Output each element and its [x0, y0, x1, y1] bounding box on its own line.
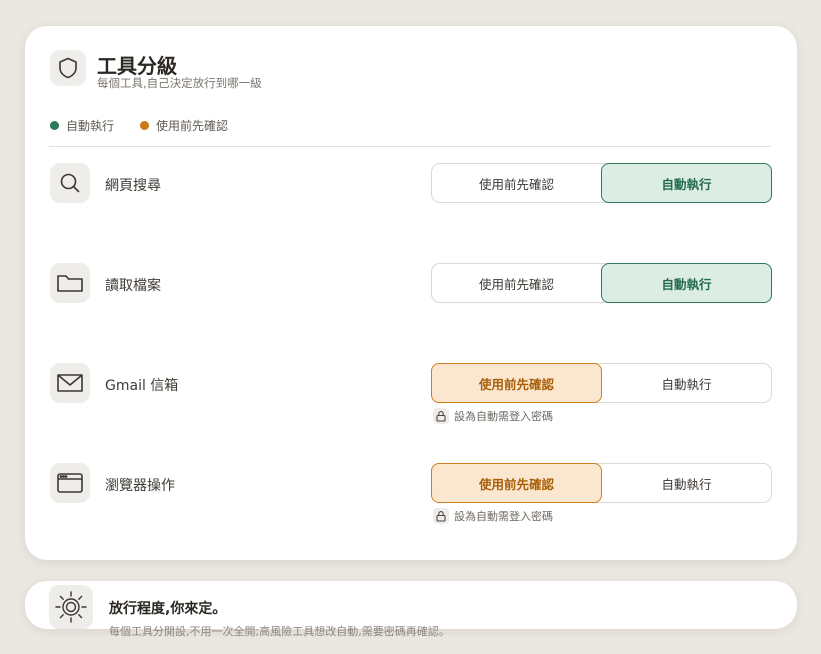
auto-option[interactable]: 自動執行 [601, 163, 772, 203]
confirm-option[interactable]: 使用前先確認 [431, 463, 602, 503]
lock-note: 設為自動需登入密碼 [433, 508, 553, 524]
footer-icon-tile [49, 585, 93, 629]
page-subtitle: 每個工具,自己決定放行到哪一級 [97, 76, 262, 90]
confirm-dot-icon [140, 121, 150, 130]
tool-row-web-search: 網頁搜尋 使用前先確認 自動執行 [25, 163, 797, 223]
auto-dot-icon [50, 121, 59, 130]
tier-toggle: 使用前先確認 自動執行 [431, 263, 772, 303]
tool-icon-tile [50, 363, 90, 403]
legend-label: 使用前先確認 [156, 119, 229, 133]
header-icon-tile [50, 50, 86, 86]
footer-description: 每個工具分開設,不用一次全開;高風險工具想改自動,需要密碼再確認。 [109, 625, 450, 638]
tool-row-gmail: Gmail 信箱 使用前先確認 自動執行 設為自動需登入密碼 [25, 363, 797, 424]
tool-icon-tile [50, 463, 90, 503]
auto-option[interactable]: 自動執行 [602, 464, 771, 502]
divider [49, 146, 771, 147]
legend: 自動執行 使用前先確認 [50, 117, 228, 134]
search-icon [60, 173, 80, 193]
folder-icon [57, 275, 83, 292]
lock-note-text: 設為自動需登入密碼 [454, 510, 553, 523]
auto-option[interactable]: 自動執行 [602, 364, 771, 402]
lock-icon [433, 508, 449, 524]
tool-label: 讀取檔案 [105, 278, 161, 294]
tool-label: 網頁搜尋 [105, 178, 161, 194]
tier-toggle: 使用前先確認 自動執行 [431, 363, 772, 403]
tool-row-browser: 瀏覽器操作 使用前先確認 自動執行 設為自動需登入密碼 [25, 463, 797, 524]
sun-icon [55, 591, 87, 623]
tool-icon-tile [50, 163, 90, 203]
lock-note-text: 設為自動需登入密碼 [454, 410, 553, 423]
footer-card: 放行程度,你來定。 每個工具分開設,不用一次全開;高風險工具想改自動,需要密碼再… [25, 581, 797, 638]
tier-toggle: 使用前先確認 自動執行 [431, 163, 772, 203]
mail-icon [57, 374, 83, 392]
tool-label: 瀏覽器操作 [105, 478, 175, 494]
tool-tiers-card: 工具分級 每個工具,自己決定放行到哪一級 自動執行 使用前先確認 網頁搜尋 使用… [25, 26, 797, 560]
footer-title: 放行程度,你來定。 [109, 601, 227, 617]
lock-note: 設為自動需登入密碼 [433, 408, 553, 424]
legend-item-auto: 自動執行 [50, 117, 114, 134]
tier-toggle: 使用前先確認 自動執行 [431, 463, 772, 503]
confirm-option[interactable]: 使用前先確認 [432, 164, 601, 202]
tool-icon-tile [50, 263, 90, 303]
shield-icon [59, 57, 77, 79]
confirm-option[interactable]: 使用前先確認 [431, 363, 602, 403]
lock-icon [433, 408, 449, 424]
tool-row-read-files: 讀取檔案 使用前先確認 自動執行 [25, 263, 797, 323]
tool-label: Gmail 信箱 [105, 378, 179, 394]
browser-icon [57, 473, 83, 493]
auto-option[interactable]: 自動執行 [601, 263, 772, 303]
confirm-option[interactable]: 使用前先確認 [432, 264, 601, 302]
legend-label: 自動執行 [66, 119, 115, 133]
legend-item-confirm: 使用前先確認 [140, 117, 228, 134]
